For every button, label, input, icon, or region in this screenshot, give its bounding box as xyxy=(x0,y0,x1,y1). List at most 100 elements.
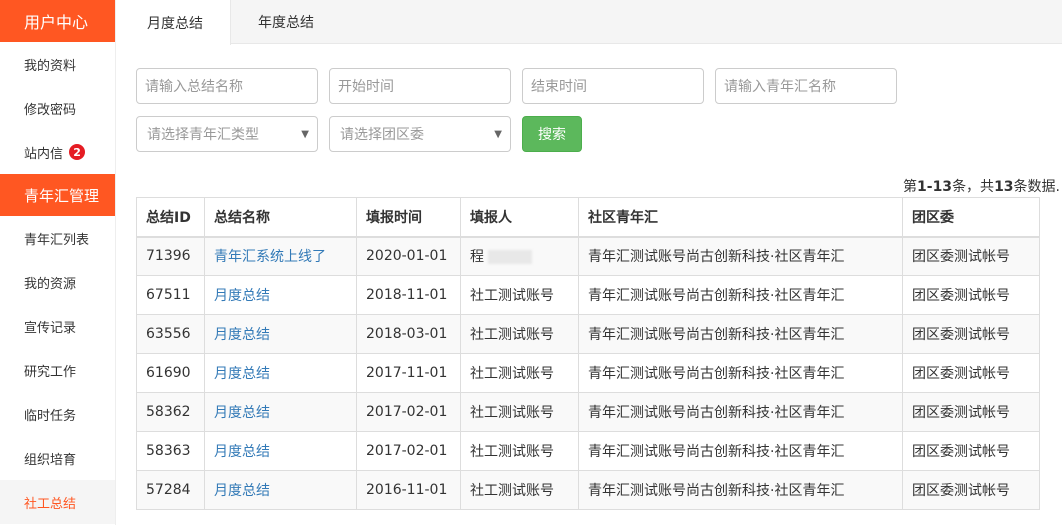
cell-reporter: 程 xyxy=(460,236,579,276)
cell-id: 58363 xyxy=(136,431,205,471)
sidebar-item-messages[interactable]: 站内信 2 xyxy=(0,130,115,174)
sidebar-item-label: 我的资料 xyxy=(24,58,77,74)
main-content: 月度总结 年度总结 请输入总结名称 开始时间 结束时间 请输入青年汇名称 请选择… xyxy=(120,0,1062,525)
summary-total: 13 xyxy=(994,179,1014,195)
summary-name-input[interactable]: 请输入总结名称 xyxy=(136,68,318,104)
cell-district: 团区委测试帐号 xyxy=(902,431,1040,471)
cell-id: 63556 xyxy=(136,314,205,354)
table-row: 67511 月度总结 2018-11-01 社工测试账号 青年汇测试账号尚古创新… xyxy=(136,275,1040,315)
district-committee-select[interactable]: 请选择团区委 ▼ xyxy=(329,116,511,152)
table-row: 57284 月度总结 2016-11-01 社工测试账号 青年汇测试账号尚古创新… xyxy=(136,470,1040,510)
column-header-reporter[interactable]: 填报人 xyxy=(460,197,579,238)
sidebar-item-my-resources[interactable]: 我的资源 xyxy=(0,260,115,304)
select-placeholder: 请选择青年汇类型 xyxy=(147,127,259,143)
cell-reporter: 社工测试账号 xyxy=(460,431,579,471)
cell-name-link[interactable]: 月度总结 xyxy=(204,275,357,315)
youth-center-name-input[interactable]: 请输入青年汇名称 xyxy=(715,68,897,104)
search-button[interactable]: 搜索 xyxy=(522,116,582,152)
cell-name-link[interactable]: 月度总结 xyxy=(204,392,357,432)
sidebar-item-label: 研究工作 xyxy=(24,364,77,380)
cell-reporter: 社工测试账号 xyxy=(460,314,579,354)
cell-reporter: 社工测试账号 xyxy=(460,392,579,432)
cell-youth-center: 青年汇测试账号尚古创新科技·社区青年汇 xyxy=(578,470,903,510)
result-summary: 第1-13条，共13条数据. xyxy=(903,176,1060,196)
start-date-input[interactable]: 开始时间 xyxy=(329,68,511,104)
cell-youth-center: 青年汇测试账号尚古创新科技·社区青年汇 xyxy=(578,314,903,354)
cell-youth-center: 青年汇测试账号尚古创新科技·社区青年汇 xyxy=(578,392,903,432)
unread-badge: 2 xyxy=(69,144,86,160)
table-row: 58362 月度总结 2017-02-01 社工测试账号 青年汇测试账号尚古创新… xyxy=(136,392,1040,432)
cell-district: 团区委测试帐号 xyxy=(902,470,1040,510)
column-header-name[interactable]: 总结名称 xyxy=(204,197,357,238)
cell-name-link[interactable]: 月度总结 xyxy=(204,431,357,471)
column-header-district[interactable]: 团区委 xyxy=(902,197,1040,238)
filter-form: 请输入总结名称 开始时间 结束时间 请输入青年汇名称 请选择青年汇类型 ▼ 请选择… xyxy=(136,68,1056,164)
reporter-name: 程 xyxy=(470,249,484,266)
summary-prefix: 第 xyxy=(903,179,918,195)
cell-reporter: 社工测试账号 xyxy=(460,470,579,510)
table-row: 71396 青年汇系统上线了 2020-01-01 程 青年汇测试账号尚古创新科… xyxy=(136,236,1040,276)
sidebar-item-label: 修改密码 xyxy=(24,102,77,118)
cell-name-link[interactable]: 青年汇系统上线了 xyxy=(204,236,357,276)
cell-id: 61690 xyxy=(136,353,205,393)
youth-center-type-select[interactable]: 请选择青年汇类型 ▼ xyxy=(136,116,318,152)
caret-down-icon: ▼ xyxy=(301,128,309,140)
sidebar: 用户中心 我的资料 修改密码 站内信 2 青年汇管理 青年汇列表 我的资源 宣传记… xyxy=(0,0,116,525)
cell-name-link[interactable]: 月度总结 xyxy=(204,353,357,393)
redacted-mask xyxy=(488,250,532,265)
cell-district: 团区委测试帐号 xyxy=(902,275,1040,315)
sidebar-item-my-profile[interactable]: 我的资料 xyxy=(0,42,115,86)
cell-id: 57284 xyxy=(136,470,205,510)
tab-annual-summary[interactable]: 年度总结 xyxy=(231,0,341,44)
sidebar-item-label: 社工总结 xyxy=(24,496,77,512)
sidebar-item-label: 组织培育 xyxy=(24,452,77,468)
cell-date: 2018-03-01 xyxy=(356,314,461,354)
tab-monthly-summary[interactable]: 月度总结 xyxy=(120,0,231,45)
sidebar-item-temp-tasks[interactable]: 临时任务 xyxy=(0,392,115,436)
summary-suffix: 条数据. xyxy=(1013,179,1060,195)
cell-id: 71396 xyxy=(136,236,205,276)
cell-name-link[interactable]: 月度总结 xyxy=(204,314,357,354)
cell-date: 2020-01-01 xyxy=(356,236,461,276)
sidebar-item-org-cultivation[interactable]: 组织培育 xyxy=(0,436,115,480)
sidebar-item-promotion-records[interactable]: 宣传记录 xyxy=(0,304,115,348)
sidebar-section-youth-management: 青年汇管理 xyxy=(0,174,115,216)
caret-down-icon: ▼ xyxy=(494,128,502,140)
cell-youth-center: 青年汇测试账号尚古创新科技·社区青年汇 xyxy=(578,236,903,276)
cell-youth-center: 青年汇测试账号尚古创新科技·社区青年汇 xyxy=(578,431,903,471)
sidebar-item-label: 宣传记录 xyxy=(24,320,77,336)
cell-id: 67511 xyxy=(136,275,205,315)
cell-youth-center: 青年汇测试账号尚古创新科技·社区青年汇 xyxy=(578,353,903,393)
sidebar-item-label: 站内信 xyxy=(24,146,64,162)
cell-district: 团区委测试帐号 xyxy=(902,353,1040,393)
sidebar-item-label: 青年汇列表 xyxy=(24,232,90,248)
table-header-row: 总结ID 总结名称 填报时间 填报人 社区青年汇 团区委 xyxy=(136,197,1040,238)
column-header-date[interactable]: 填报时间 xyxy=(356,197,461,238)
cell-reporter: 社工测试账号 xyxy=(460,275,579,315)
column-header-youth-center[interactable]: 社区青年汇 xyxy=(578,197,903,238)
summary-range: 1-13 xyxy=(917,179,953,195)
cell-date: 2018-11-01 xyxy=(356,275,461,315)
sidebar-section-user-center: 用户中心 xyxy=(0,0,115,42)
column-header-id[interactable]: 总结ID xyxy=(136,197,205,238)
cell-date: 2016-11-01 xyxy=(356,470,461,510)
table-row: 63556 月度总结 2018-03-01 社工测试账号 青年汇测试账号尚古创新… xyxy=(136,314,1040,354)
sidebar-item-social-work-summary[interactable]: 社工总结 xyxy=(0,480,115,524)
cell-district: 团区委测试帐号 xyxy=(902,236,1040,276)
cell-name-link[interactable]: 月度总结 xyxy=(204,470,357,510)
end-date-input[interactable]: 结束时间 xyxy=(522,68,704,104)
cell-id: 58362 xyxy=(136,392,205,432)
sidebar-item-label: 我的资源 xyxy=(24,276,77,292)
sidebar-item-change-password[interactable]: 修改密码 xyxy=(0,86,115,130)
cell-date: 2017-11-01 xyxy=(356,353,461,393)
cell-district: 团区委测试帐号 xyxy=(902,314,1040,354)
sidebar-item-youth-list[interactable]: 青年汇列表 xyxy=(0,216,115,260)
table-row: 61690 月度总结 2017-11-01 社工测试账号 青年汇测试账号尚古创新… xyxy=(136,353,1040,393)
cell-date: 2017-02-01 xyxy=(356,392,461,432)
cell-district: 团区委测试帐号 xyxy=(902,392,1040,432)
table-row: 58363 月度总结 2017-02-01 社工测试账号 青年汇测试账号尚古创新… xyxy=(136,431,1040,471)
sidebar-item-research[interactable]: 研究工作 xyxy=(0,348,115,392)
cell-reporter: 社工测试账号 xyxy=(460,353,579,393)
select-placeholder: 请选择团区委 xyxy=(340,127,424,143)
summary-table: 总结ID 总结名称 填报时间 填报人 社区青年汇 团区委 71396 青年汇系统… xyxy=(136,197,1040,510)
